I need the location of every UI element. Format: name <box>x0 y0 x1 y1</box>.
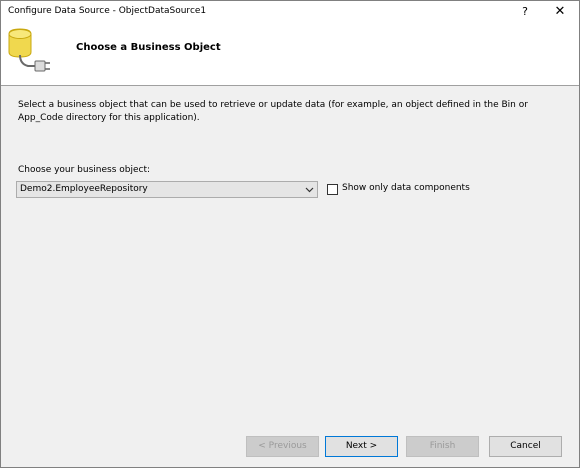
page-title: Choose a Business Object <box>76 42 221 53</box>
show-only-data-components-checkbox[interactable] <box>327 184 338 195</box>
chevron-down-icon <box>305 186 314 196</box>
business-object-select[interactable]: Demo2.EmployeeRepository <box>16 181 318 198</box>
wizard-header: Choose a Business Object <box>1 23 579 86</box>
previous-button[interactable]: < Previous <box>246 436 319 457</box>
dialog-window: Configure Data Source - ObjectDataSource… <box>0 0 580 468</box>
help-button[interactable]: ? <box>518 5 532 19</box>
cancel-button[interactable]: Cancel <box>489 436 562 457</box>
next-button[interactable]: Next > <box>325 436 398 457</box>
database-plug-icon <box>6 28 54 79</box>
selected-object-value: Demo2.EmployeeRepository <box>20 184 148 194</box>
window-title: Configure Data Source - ObjectDataSource… <box>8 6 207 16</box>
title-bar: Configure Data Source - ObjectDataSource… <box>1 1 579 23</box>
description-text: Select a business object that can be use… <box>18 100 528 123</box>
choose-object-label: Choose your business object: <box>18 165 151 175</box>
show-only-data-components-label[interactable]: Show only data components <box>342 183 470 193</box>
close-button[interactable]: ✕ <box>552 4 568 20</box>
finish-button[interactable]: Finish <box>406 436 479 457</box>
